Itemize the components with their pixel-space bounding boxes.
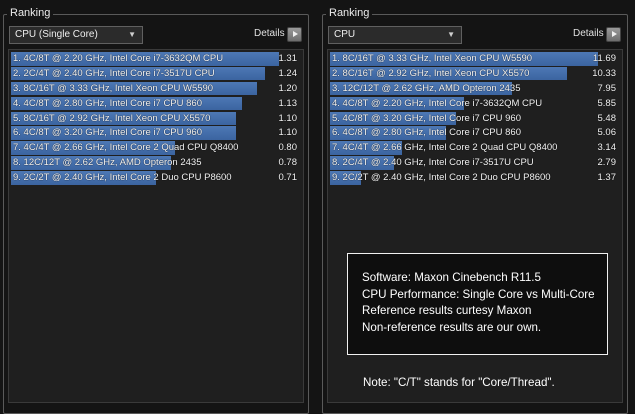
ranking-row[interactable]: 5. 8C/16T @ 2.92 GHz, Intel Xeon CPU X55… bbox=[9, 111, 303, 126]
details-label: Details bbox=[573, 28, 604, 39]
cpu-score: 5.06 bbox=[597, 127, 617, 139]
cpu-score: 1.24 bbox=[278, 67, 298, 79]
ranking-row[interactable]: 3. 8C/16T @ 3.33 GHz, Intel Xeon CPU W55… bbox=[9, 81, 303, 96]
info-note-box: Software: Maxon Cinebench R11.5 CPU Perf… bbox=[347, 253, 608, 355]
ranking-row[interactable]: 9. 2C/2T @ 2.40 GHz, Intel Core 2 Duo CP… bbox=[328, 171, 622, 185]
cpu-score: 1.31 bbox=[278, 53, 298, 64]
ranking-row[interactable]: 8. 12C/12T @ 2.62 GHz, AMD Opteron 2435 0… bbox=[9, 156, 303, 170]
panel-title: Ranking bbox=[7, 7, 54, 20]
info-line-software: Software: Maxon Cinebench R11.5 bbox=[362, 271, 541, 284]
ranking-row[interactable]: 1. 8C/16T @ 3.33 GHz, Intel Xeon CPU W55… bbox=[328, 52, 622, 66]
dropdown-value: CPU bbox=[334, 29, 356, 40]
cpu-label: 6. 4C/8T @ 2.80 GHz, Intel Core i7 CPU 8… bbox=[332, 127, 521, 139]
cpu-label: 4. 4C/8T @ 2.80 GHz, Intel Core i7 CPU 8… bbox=[13, 97, 202, 109]
cpu-label: 8. 2C/4T @ 2.40 GHz, Intel Core i7-3517U… bbox=[332, 157, 534, 169]
cpu-score: 0.71 bbox=[278, 172, 298, 184]
cpu-label: 3. 12C/12T @ 2.62 GHz, AMD Opteron 2435 bbox=[332, 82, 521, 94]
panel-title: Ranking bbox=[326, 7, 373, 20]
cpu-score: 1.10 bbox=[278, 112, 298, 124]
chevron-down-icon: ▼ bbox=[128, 30, 136, 39]
cpu-label: 5. 8C/16T @ 2.92 GHz, Intel Xeon CPU X55… bbox=[13, 112, 211, 124]
cpu-label: 5. 4C/8T @ 3.20 GHz, Intel Core i7 CPU 9… bbox=[332, 112, 521, 124]
ranking-row[interactable]: 6. 4C/8T @ 3.20 GHz, Intel Core i7 CPU 9… bbox=[9, 126, 303, 141]
cpu-score: 5.48 bbox=[597, 112, 617, 124]
benchmark-type-dropdown[interactable]: CPU (Single Core) ▼ bbox=[9, 26, 143, 44]
cpu-score: 10.33 bbox=[592, 67, 616, 79]
details-label: Details bbox=[254, 28, 285, 39]
cpu-score: 0.78 bbox=[278, 157, 298, 169]
details-button[interactable] bbox=[606, 27, 621, 42]
cpu-score: 5.85 bbox=[597, 97, 617, 109]
dropdown-value: CPU (Single Core) bbox=[15, 29, 98, 40]
cpu-label: 8. 12C/12T @ 2.62 GHz, AMD Opteron 2435 bbox=[13, 157, 202, 169]
ranking-list: 1. 4C/8T @ 2.20 GHz, Intel Core i7-3632Q… bbox=[8, 49, 304, 403]
ranking-row[interactable]: 5. 4C/8T @ 3.20 GHz, Intel Core i7 CPU 9… bbox=[328, 111, 622, 126]
ranking-row[interactable]: 4. 4C/8T @ 2.20 GHz, Intel Core i7-3632Q… bbox=[328, 96, 622, 111]
cpu-label: 2. 8C/16T @ 2.92 GHz, Intel Xeon CPU X55… bbox=[332, 67, 530, 79]
benchmark-type-dropdown[interactable]: CPU ▼ bbox=[328, 26, 462, 44]
details-button[interactable] bbox=[287, 27, 302, 42]
ranking-row[interactable]: 1. 4C/8T @ 2.20 GHz, Intel Core i7-3632Q… bbox=[9, 52, 303, 66]
cpu-label: 6. 4C/8T @ 3.20 GHz, Intel Core i7 CPU 9… bbox=[13, 127, 202, 139]
cpu-label: 1. 4C/8T @ 2.20 GHz, Intel Core i7-3632Q… bbox=[13, 53, 224, 64]
cpu-score: 1.10 bbox=[278, 127, 298, 139]
cpu-score: 11.69 bbox=[592, 53, 616, 64]
cpu-label: 3. 8C/16T @ 3.33 GHz, Intel Xeon CPU W55… bbox=[13, 82, 214, 94]
cpu-score: 0.80 bbox=[278, 142, 298, 154]
cpu-score: 1.20 bbox=[278, 82, 298, 94]
footnote: Note: "C/T" stands for "Core/Thread". bbox=[363, 376, 555, 389]
info-line-reference: Reference results curtesy Maxon bbox=[362, 304, 532, 317]
cpu-label: 1. 8C/16T @ 3.33 GHz, Intel Xeon CPU W55… bbox=[332, 53, 533, 64]
ranking-row[interactable]: 3. 12C/12T @ 2.62 GHz, AMD Opteron 2435 7… bbox=[328, 81, 622, 96]
cpu-score: 3.14 bbox=[597, 142, 617, 154]
cpu-label: 7. 4C/4T @ 2.66 GHz, Intel Core 2 Quad C… bbox=[13, 142, 239, 154]
ranking-row[interactable]: 2. 8C/16T @ 2.92 GHz, Intel Xeon CPU X55… bbox=[328, 66, 622, 81]
ranking-row[interactable]: 4. 4C/8T @ 2.80 GHz, Intel Core i7 CPU 8… bbox=[9, 96, 303, 111]
cpu-score: 7.95 bbox=[597, 82, 617, 94]
cpu-score: 1.13 bbox=[278, 97, 298, 109]
cpu-score: 2.79 bbox=[597, 157, 617, 169]
info-line-performance: CPU Performance: Single Core vs Multi-Co… bbox=[362, 287, 595, 301]
ranking-row[interactable]: 9. 2C/2T @ 2.40 GHz, Intel Core 2 Duo CP… bbox=[9, 171, 303, 185]
chevron-down-icon: ▼ bbox=[447, 30, 455, 39]
ranking-row[interactable]: 2. 2C/4T @ 2.40 GHz, Intel Core i7-3517U… bbox=[9, 66, 303, 81]
cpu-score: 1.37 bbox=[597, 172, 617, 184]
ranking-row[interactable]: 7. 4C/4T @ 2.66 GHz, Intel Core 2 Quad C… bbox=[9, 141, 303, 155]
ranking-row[interactable]: 6. 4C/8T @ 2.80 GHz, Intel Core i7 CPU 8… bbox=[328, 126, 622, 141]
cpu-label: 7. 4C/4T @ 2.66 GHz, Intel Core 2 Quad C… bbox=[332, 142, 558, 154]
info-line-own-results: Non-reference results are our own. bbox=[362, 320, 542, 334]
cpu-label: 2. 2C/4T @ 2.40 GHz, Intel Core i7-3517U… bbox=[13, 67, 215, 79]
ranking-row[interactable]: 8. 2C/4T @ 2.40 GHz, Intel Core i7-3517U… bbox=[328, 156, 622, 170]
cpu-label: 9. 2C/2T @ 2.40 GHz, Intel Core 2 Duo CP… bbox=[332, 172, 551, 184]
cpu-label: 9. 2C/2T @ 2.40 GHz, Intel Core 2 Duo CP… bbox=[13, 172, 232, 184]
cpu-label: 4. 4C/8T @ 2.20 GHz, Intel Core i7-3632Q… bbox=[332, 97, 543, 109]
ranking-row[interactable]: 7. 4C/4T @ 2.66 GHz, Intel Core 2 Quad C… bbox=[328, 141, 622, 155]
single-core-ranking-panel: Ranking CPU (Single Core) ▼ Details 1. 4… bbox=[3, 7, 309, 414]
